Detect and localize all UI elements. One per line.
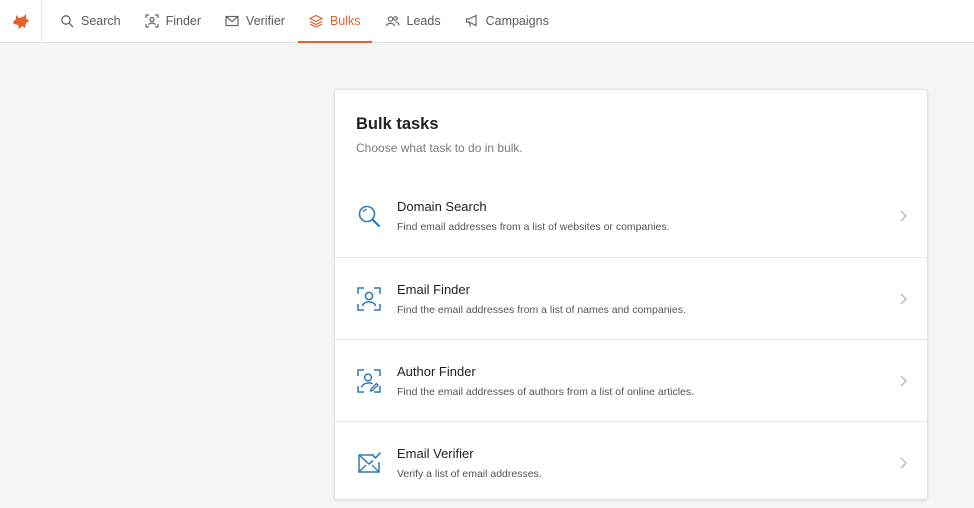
task-icon-wrap <box>335 203 397 229</box>
nav-item-campaigns[interactable]: Campaigns <box>453 0 561 42</box>
nav-item-verifier[interactable]: Verifier <box>213 0 297 42</box>
task-title: Author Finder <box>397 363 476 379</box>
search-icon <box>358 205 381 228</box>
task-author-finder[interactable]: Author Finder Find the email addresses o… <box>335 339 927 421</box>
card-header: Bulk tasks Choose what task to do in bul… <box>335 90 927 175</box>
nav-item-label: Bulks <box>329 14 361 28</box>
chevron-right-icon <box>900 210 907 222</box>
finder-icon <box>145 14 159 28</box>
person-frame-icon <box>357 286 381 311</box>
nav-item-label: Leads <box>406 14 441 28</box>
task-email-finder[interactable]: Email Finder Find the email addresses fr… <box>335 257 927 339</box>
chevron-right-icon <box>900 293 907 304</box>
task-text: Email Verifier Verify a list of email ad… <box>397 446 927 480</box>
task-domain-search[interactable]: Domain Search Find email addresses from … <box>335 175 927 257</box>
fox-logo-icon <box>12 13 29 29</box>
task-title: Domain Search <box>397 199 487 214</box>
card-subtitle: Choose what task to do in bulk. <box>356 141 523 155</box>
nav-item-bulks[interactable]: Bulks <box>297 0 373 43</box>
megaphone-icon <box>465 14 477 27</box>
task-description: Verify a list of email addresses. <box>397 467 542 480</box>
task-title: Email Finder <box>397 281 470 297</box>
task-description: Find email addresses from a list of webs… <box>397 221 670 233</box>
nav-item-label: Campaigns <box>485 14 549 28</box>
email-check-icon <box>358 451 382 473</box>
task-icon-wrap <box>335 450 397 476</box>
nav-item-finder[interactable]: Finder <box>133 0 213 42</box>
task-icon-wrap <box>335 286 397 312</box>
nav-tabs: Search Finder Verifier Bulks Leads Campa… <box>42 0 561 43</box>
top-navigation: Search Finder Verifier Bulks Leads Campa… <box>0 0 974 43</box>
task-icon-wrap <box>335 368 397 394</box>
users-icon <box>385 16 400 27</box>
task-title: Email Verifier <box>397 445 474 461</box>
author-frame-icon <box>357 368 381 393</box>
task-description: Find the email addresses from a list of … <box>397 303 686 316</box>
task-text: Email Finder Find the email addresses fr… <box>397 282 927 316</box>
task-description: Find the email addresses of authors from… <box>397 385 695 398</box>
search-icon <box>61 15 74 28</box>
bulk-tasks-card: Bulk tasks Choose what task to do in bul… <box>334 89 928 500</box>
chevron-right-icon <box>900 375 907 386</box>
task-email-verifier[interactable]: Email Verifier Verify a list of email ad… <box>335 421 927 499</box>
card-title: Bulk tasks <box>356 115 439 133</box>
chevron-right-icon <box>900 457 907 468</box>
task-text: Author Finder Find the email addresses o… <box>397 364 927 398</box>
layers-icon <box>308 14 323 28</box>
nav-item-label: Finder <box>165 14 202 28</box>
nav-item-leads[interactable]: Leads <box>373 0 453 42</box>
nav-item-label: Verifier <box>246 14 285 28</box>
logo[interactable] <box>0 0 42 43</box>
nav-item-search[interactable]: Search <box>48 0 133 42</box>
verifier-icon <box>225 15 239 27</box>
nav-item-label: Search <box>81 14 121 28</box>
task-text: Domain Search Find email addresses from … <box>397 199 927 233</box>
